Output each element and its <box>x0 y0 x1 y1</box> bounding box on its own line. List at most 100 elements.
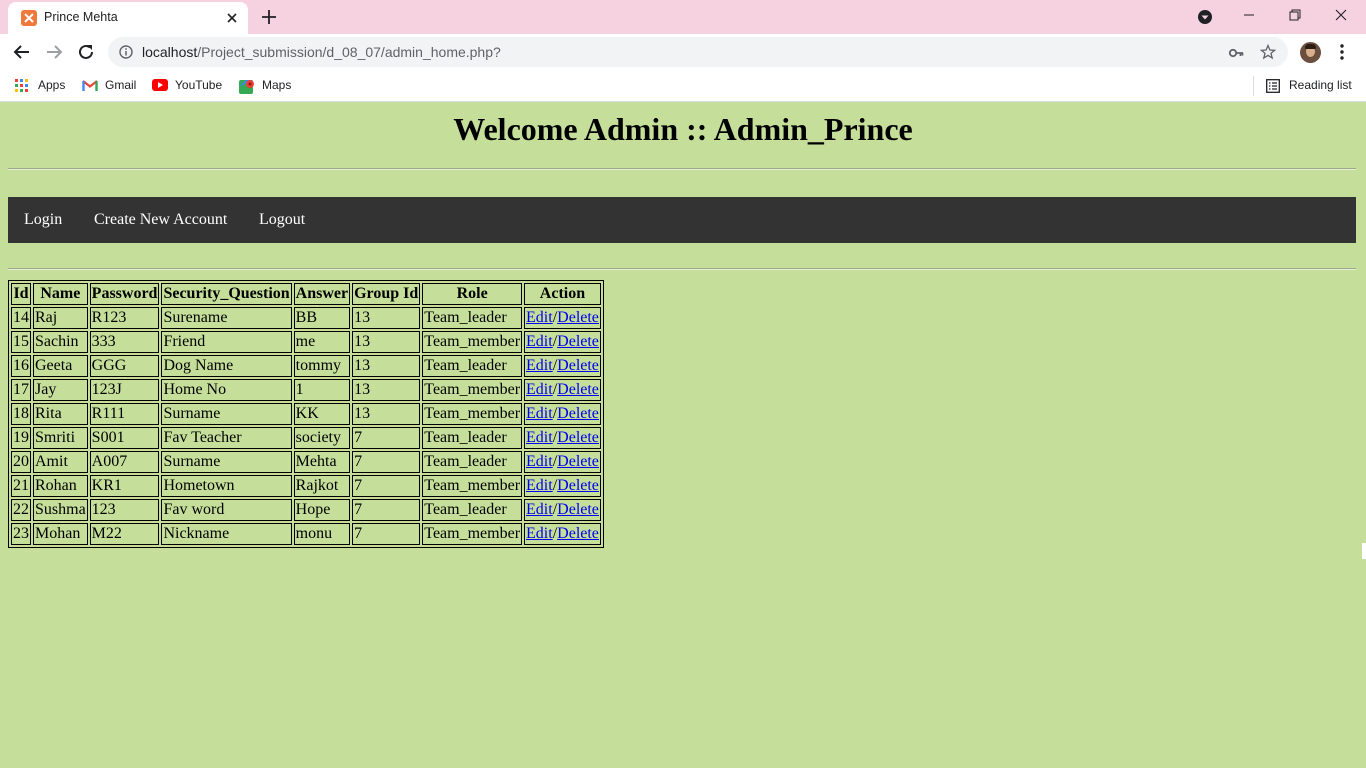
delete-link[interactable]: Delete <box>557 309 599 326</box>
profile-avatar[interactable] <box>1300 42 1321 63</box>
browser-tab[interactable]: Prince Mehta <box>8 2 248 34</box>
reading-list-icon <box>1266 79 1282 93</box>
create-account-link[interactable]: Create New Account <box>94 211 227 229</box>
cell-answer: Rajkot <box>293 475 351 497</box>
table-row: 15 Sachin 333 Friend me 13 Team_member Edit/Del… <box>11 331 601 353</box>
cell-password: KR1 <box>89 475 160 497</box>
login-link[interactable]: Login <box>24 211 62 229</box>
cell-id: 15 <box>11 331 31 353</box>
reading-list-label: Reading list <box>1289 78 1352 92</box>
edit-link[interactable]: Edit <box>526 381 553 398</box>
cell-role: Team_leader <box>422 307 523 329</box>
cell-role: Team_leader <box>422 451 523 473</box>
delete-link[interactable]: Delete <box>557 429 599 446</box>
cell-action: Edit/Delete <box>524 499 601 521</box>
cell-answer: Mehta <box>293 451 351 473</box>
bookmark-maps[interactable]: Maps <box>239 76 295 96</box>
reading-list-button[interactable]: Reading list <box>1266 76 1358 96</box>
cell-name: Jay <box>33 379 88 401</box>
more-menu-icon[interactable] <box>1334 43 1350 61</box>
delete-link[interactable]: Delete <box>557 501 599 518</box>
cell-action: Edit/Delete <box>524 379 601 401</box>
cell-id: 22 <box>11 499 31 521</box>
url-path: /Project_submission/d_08_07/admin_home.p… <box>197 44 501 60</box>
edit-link[interactable]: Edit <box>526 309 553 326</box>
table-row: 23 Mohan M22 Nickname monu 7 Team_member Edit/D… <box>11 523 601 545</box>
close-window-button[interactable] <box>1318 0 1364 30</box>
tab-strip: Prince Mehta <box>0 0 1366 34</box>
cell-group-id: 7 <box>352 427 421 449</box>
cell-action: Edit/Delete <box>524 403 601 425</box>
edit-link[interactable]: Edit <box>526 357 553 374</box>
key-icon[interactable] <box>1228 45 1244 61</box>
cell-name: Geeta <box>33 355 88 377</box>
cell-role: Team_member <box>422 403 523 425</box>
bookmark-apps[interactable]: Apps <box>15 76 75 96</box>
delete-link[interactable]: Delete <box>557 453 599 470</box>
bookmark-gmail[interactable]: Gmail <box>82 76 142 96</box>
cell-security-question: Surname <box>161 451 292 473</box>
edit-link[interactable]: Edit <box>526 477 553 494</box>
cell-action: Edit/Delete <box>524 475 601 497</box>
edit-link[interactable]: Edit <box>526 429 553 446</box>
page-content: Welcome Admin :: Admin_Prince Login Crea… <box>0 102 1366 768</box>
delete-link[interactable]: Delete <box>557 333 599 350</box>
cell-id: 16 <box>11 355 31 377</box>
info-icon[interactable] <box>119 45 133 59</box>
cell-id: 14 <box>11 307 31 329</box>
tab-title: Prince Mehta <box>44 10 118 24</box>
delete-link[interactable]: Delete <box>557 357 599 374</box>
logout-link[interactable]: Logout <box>259 211 305 229</box>
table-row: 20 Amit A007 Surname Mehta 7 Team_leader Edit/D… <box>11 451 601 473</box>
bookmark-label: YouTube <box>175 78 223 92</box>
url-text[interactable]: localhost/Project_submission/d_08_07/adm… <box>142 44 501 60</box>
cell-name: Mohan <box>33 523 88 545</box>
new-tab-icon[interactable] <box>260 8 278 26</box>
back-arrow-icon[interactable] <box>12 42 32 62</box>
close-tab-icon[interactable] <box>224 10 240 26</box>
forward-arrow-icon[interactable] <box>44 42 64 62</box>
cell-group-id: 13 <box>352 307 421 329</box>
column-header-role: Role <box>422 283 523 305</box>
minimize-button[interactable] <box>1226 0 1272 30</box>
delete-link[interactable]: Delete <box>557 525 599 542</box>
cell-password: R111 <box>89 403 160 425</box>
cell-answer: society <box>293 427 351 449</box>
cell-password: A007 <box>89 451 160 473</box>
youtube-icon <box>152 79 168 93</box>
cell-security-question: Dog Name <box>161 355 292 377</box>
tab-search-icon[interactable] <box>1196 8 1214 26</box>
edit-link[interactable]: Edit <box>526 453 553 470</box>
bookmark-label: Gmail <box>105 78 137 92</box>
cell-group-id: 13 <box>352 331 421 353</box>
cell-name: Raj <box>33 307 88 329</box>
cell-name: Amit <box>33 451 88 473</box>
users-table: Id Name Password Security_Question Answer Gro… <box>8 280 604 548</box>
reload-icon[interactable] <box>76 42 96 62</box>
cell-group-id: 7 <box>352 523 421 545</box>
restore-button[interactable] <box>1272 0 1318 30</box>
delete-link[interactable]: Delete <box>557 477 599 494</box>
bookmark-star-icon[interactable] <box>1259 43 1277 60</box>
cell-action: Edit/Delete <box>524 427 601 449</box>
cell-id: 19 <box>11 427 31 449</box>
bookmark-youtube[interactable]: YouTube <box>152 76 226 96</box>
cell-id: 21 <box>11 475 31 497</box>
cell-action: Edit/Delete <box>524 355 601 377</box>
bottom-divider <box>8 268 1356 270</box>
cell-role: Team_leader <box>422 499 523 521</box>
edit-link[interactable]: Edit <box>526 405 553 422</box>
cell-password: 123J <box>89 379 160 401</box>
cell-security-question: Nickname <box>161 523 292 545</box>
edit-link[interactable]: Edit <box>526 525 553 542</box>
cell-role: Team_member <box>422 379 523 401</box>
xampp-favicon-icon <box>21 10 37 26</box>
address-bar[interactable]: localhost/Project_submission/d_08_07/adm… <box>108 37 1288 67</box>
bookmark-label: Maps <box>262 78 292 92</box>
edit-link[interactable]: Edit <box>526 333 553 350</box>
cell-action: Edit/Delete <box>524 307 601 329</box>
edit-link[interactable]: Edit <box>526 501 553 518</box>
cell-security-question: Fav word <box>161 499 292 521</box>
delete-link[interactable]: Delete <box>557 405 599 422</box>
delete-link[interactable]: Delete <box>557 381 599 398</box>
